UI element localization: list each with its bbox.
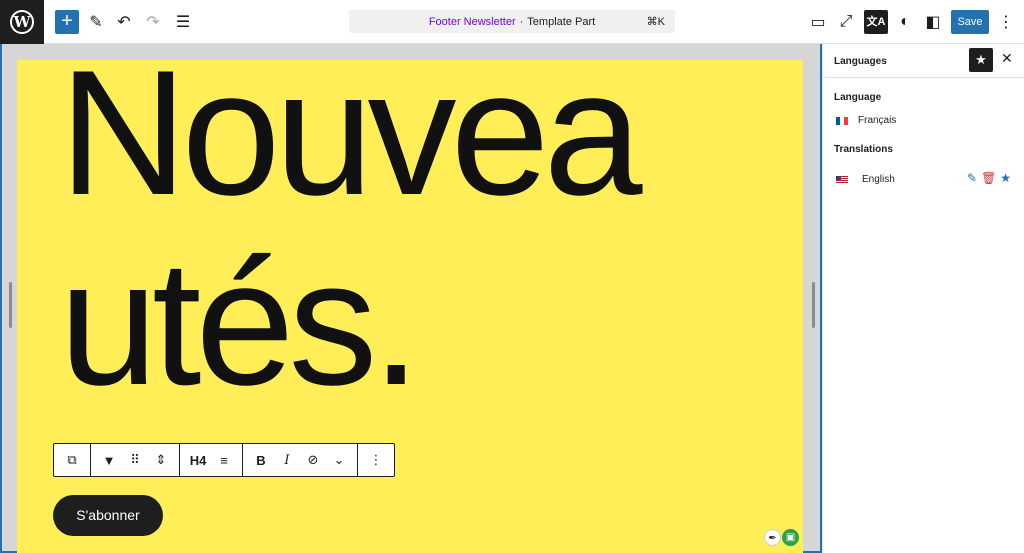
- desktop-view-icon[interactable]: ▭: [806, 10, 830, 34]
- corner-badges: ✒ ▣: [764, 529, 800, 549]
- wordpress-icon: W: [10, 10, 34, 34]
- resize-handle-left[interactable]: [9, 282, 12, 328]
- translation-name: English: [862, 174, 895, 185]
- block-toolbar: ⧉ ▼ ⠿ ⇕ H4 ≡ B I ⊘ ⌄ ⋮: [53, 443, 395, 477]
- star-icon[interactable]: ★: [969, 48, 993, 72]
- wordpress-logo-button[interactable]: W: [0, 0, 44, 44]
- newsletter-heading[interactable]: Nouvea utés.: [59, 60, 759, 418]
- current-language: Français: [836, 115, 896, 126]
- italic-icon[interactable]: I: [274, 444, 300, 476]
- toolbar-group-format: B I ⊘ ⌄: [243, 444, 358, 476]
- heading-level-button[interactable]: H4: [185, 444, 211, 476]
- sidebar-title: Languages: [834, 56, 887, 67]
- drag-handle-icon[interactable]: ⠿: [122, 444, 148, 476]
- sidebar-header: Languages ★ ✕: [823, 44, 1024, 78]
- shortcut-hint: ⌘K: [646, 16, 665, 28]
- link-icon[interactable]: ⊘: [300, 444, 326, 476]
- redo-icon[interactable]: ↷: [141, 10, 165, 34]
- toolbar-group-parent: ⧉: [54, 444, 91, 476]
- flag-us-icon: [836, 175, 848, 184]
- add-block-button[interactable]: +: [55, 10, 79, 34]
- toolbar-group-move: ▼ ⠿ ⇕: [91, 444, 180, 476]
- chevron-down-icon[interactable]: ⌄: [326, 444, 352, 476]
- vertical-dots-icon[interactable]: ⋮: [994, 10, 1018, 34]
- heading-line-2: utés.: [59, 223, 421, 422]
- edit-pencil-icon[interactable]: ✎: [967, 171, 977, 185]
- template-type: Template Part: [527, 15, 596, 28]
- template-title: Footer Newsletter: [428, 15, 516, 28]
- styles-icon[interactable]: ◐: [893, 10, 917, 34]
- flag-fr-icon: [836, 116, 848, 125]
- bot-icon[interactable]: ▣: [782, 529, 799, 546]
- toolbar-group-more: ⋮: [358, 444, 394, 476]
- languages-sidebar: Languages ★ ✕ Language Français Translat…: [822, 44, 1024, 553]
- align-icon[interactable]: ≡: [211, 444, 237, 476]
- toolbar-group-heading: H4 ≡: [180, 444, 243, 476]
- trash-icon[interactable]: 🗑: [981, 171, 996, 185]
- language-name: Français: [858, 115, 897, 126]
- plus-icon: +: [61, 10, 73, 32]
- close-icon[interactable]: ✕: [1001, 50, 1013, 67]
- subscribe-button[interactable]: S'abonner: [53, 495, 163, 536]
- bold-icon[interactable]: B: [248, 444, 274, 476]
- undo-icon[interactable]: ↶: [112, 10, 136, 34]
- feather-icon[interactable]: ✒: [764, 529, 781, 546]
- command-palette-bar[interactable]: Footer Newsletter · Template Part ⌘K: [349, 10, 675, 33]
- heading-line-1: Nouvea: [59, 60, 643, 232]
- settings-panel-icon[interactable]: ◧: [921, 10, 945, 34]
- translate-icon[interactable]: 文A: [864, 10, 888, 34]
- bookmark-icon[interactable]: ▼: [96, 444, 122, 476]
- list-view-icon[interactable]: ☰: [171, 10, 195, 34]
- resize-handle-right[interactable]: [812, 282, 815, 328]
- save-button[interactable]: Save: [951, 10, 989, 34]
- duplicate-icon[interactable]: ⧉: [59, 444, 85, 476]
- move-updown-icon[interactable]: ⇕: [148, 444, 174, 476]
- translation-actions: ✎ 🗑 ★: [967, 171, 1011, 185]
- template-separator: ·: [519, 15, 524, 28]
- translation-row: English: [836, 174, 895, 185]
- top-toolbar: W + ✎ ↶ ↷ ☰ Footer Newsletter · Template…: [0, 0, 1024, 44]
- template-part-preview[interactable]: Nouvea utés. S'abonner: [17, 60, 803, 553]
- language-section-title: Language: [834, 92, 882, 103]
- translations-section-title: Translations: [834, 144, 893, 155]
- fullscreen-icon[interactable]: ⤢: [834, 10, 858, 34]
- star-favorite-icon[interactable]: ★: [1000, 171, 1011, 185]
- pencil-icon[interactable]: ✎: [84, 10, 108, 34]
- more-icon[interactable]: ⋮: [363, 444, 389, 476]
